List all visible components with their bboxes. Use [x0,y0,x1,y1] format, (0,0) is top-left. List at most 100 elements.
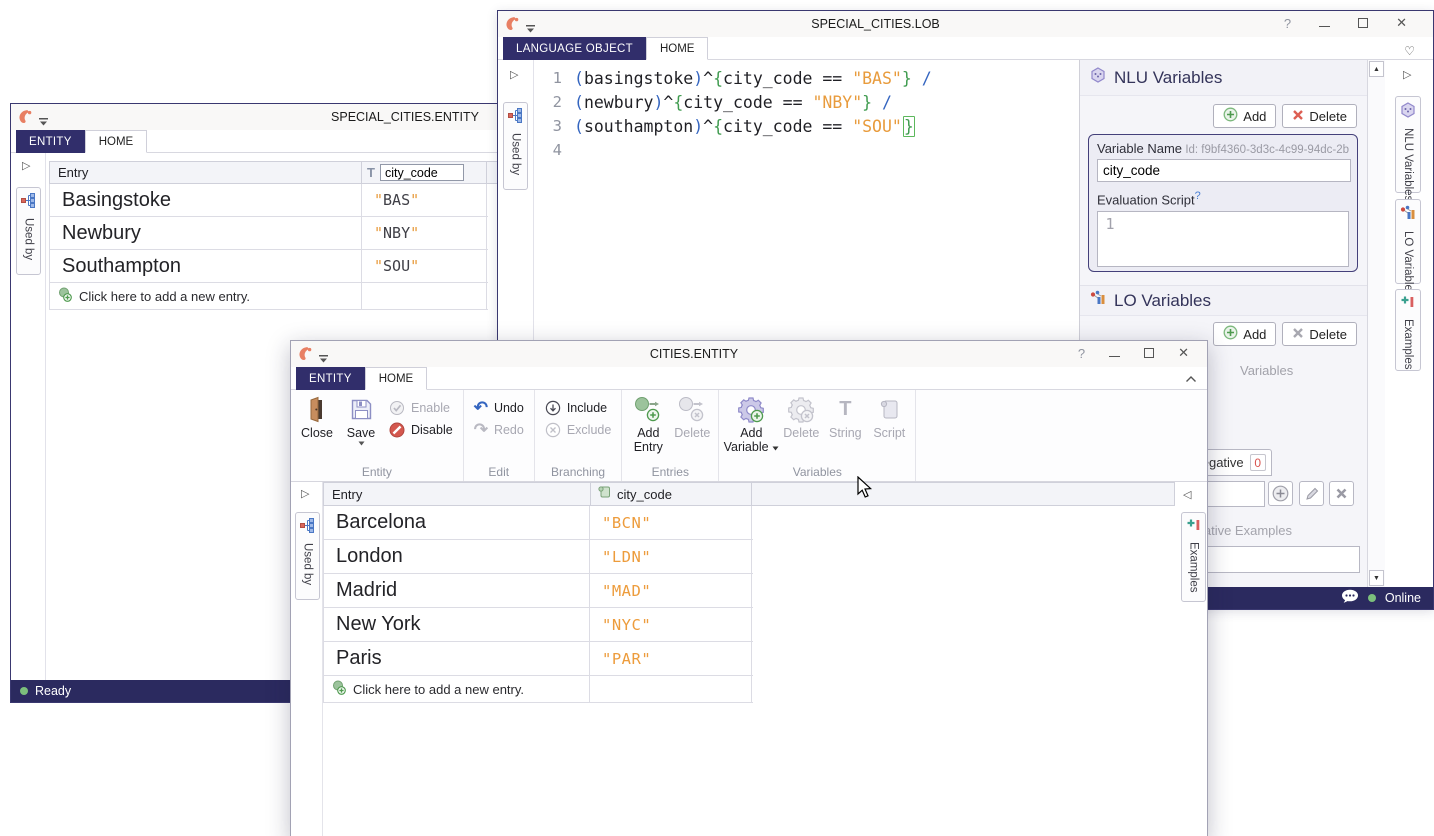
example-add-button[interactable] [1268,481,1293,506]
code-cell[interactable]: "SOU" [362,250,487,282]
close-window-button[interactable]: ✕ [1396,15,1407,31]
evaluation-script-editor[interactable]: 1 [1097,211,1349,267]
code-cell[interactable]: "NBY" [362,217,487,249]
table-row[interactable]: Madrid"MAD" [324,574,753,608]
close-window-button[interactable]: ✕ [1178,345,1189,361]
tab-language-object[interactable]: LANGUAGE OBJECT [503,37,646,60]
add-entry-row[interactable]: Click here to add a new entry. [49,283,488,310]
used-by-side-tab[interactable]: Used by [503,102,528,190]
exclude-button[interactable]: Exclude [541,420,615,439]
tab-home[interactable]: HOME [646,37,709,60]
variable-name-header-input[interactable] [380,164,464,181]
side-tab-nlu-variables[interactable]: NLU Variables [1395,96,1421,193]
expand-panel-chevron-icon[interactable]: ▷ [510,68,518,81]
maximize-button[interactable] [1358,18,1368,28]
code-cell[interactable]: "PAR" [590,642,752,675]
titlebar[interactable]: CITIES.ENTITY ? ✕ [291,341,1207,367]
save-button[interactable]: Save [341,392,381,446]
tab-home[interactable]: HOME [365,367,428,390]
chat-bubble-icon[interactable] [1341,589,1359,607]
entry-cell[interactable]: London [324,540,590,573]
entry-cell[interactable]: Basingstoke [50,184,362,216]
code-line[interactable]: 2(newbury)^{city_code == "NBY"} / [534,90,1077,114]
collapse-ribbon-icon[interactable]: ♡ [1404,44,1415,58]
entry-cell[interactable]: Barcelona [324,506,590,539]
entry-column-header[interactable]: Entry [50,162,362,183]
table-row[interactable]: Southampton"SOU" [50,250,488,283]
code-cell[interactable]: "NYC" [590,608,752,641]
collapse-ribbon-icon[interactable] [1185,372,1197,386]
delete-entry-button[interactable]: Delete [672,392,712,440]
example-delete-button[interactable] [1329,481,1354,506]
example-edit-button[interactable] [1299,481,1324,506]
ribbon-group-entity: Close Save Enable Dis [291,390,464,481]
side-tab-lo-variables[interactable]: LO Variables [1395,199,1421,284]
delete-variable-button[interactable]: Delete [781,392,821,440]
code-line[interactable]: 1(basingstoke)^{city_code == "BAS"} / [534,66,1077,90]
include-button[interactable]: Include [541,398,615,417]
code-cell[interactable]: "BCN" [590,506,752,539]
string-type-button[interactable]: T String [825,392,865,440]
table-row[interactable]: Paris"PAR" [324,642,753,676]
expand-panel-chevron-icon[interactable]: ▷ [22,159,30,172]
variable-name-input[interactable] [1097,159,1351,182]
minimize-button[interactable] [1319,26,1330,27]
table-row[interactable]: London"LDN" [324,540,753,574]
evaluation-script-help-icon[interactable]: ? [1195,190,1201,202]
maximize-button[interactable] [1144,348,1154,358]
group-label-edit: Edit [470,465,528,481]
collapse-panel-chevron-icon[interactable]: ◁ [1183,488,1191,501]
titlebar[interactable]: SPECIAL_CITIES.LOB ? ✕ [498,11,1433,37]
table-row[interactable]: Newbury"NBY" [50,217,488,250]
script-type-button[interactable]: Script [869,392,909,440]
help-button[interactable]: ? [1284,16,1291,31]
enable-button[interactable]: Enable [385,398,457,417]
used-by-side-tab[interactable]: Used by [295,512,320,600]
table-row[interactable]: Barcelona"BCN" [324,506,753,540]
code-cell[interactable]: "MAD" [590,574,752,607]
nlu-add-button[interactable]: Add [1213,104,1276,128]
lo-add-button[interactable]: Add [1213,322,1276,346]
entry-cell[interactable]: New York [324,608,590,641]
used-by-side-tab[interactable]: Used by [16,187,41,275]
expand-panel-chevron-icon[interactable]: ▷ [301,487,309,500]
redo-button[interactable]: ↷ Redo [470,420,528,439]
lo-delete-button[interactable]: Delete [1282,322,1357,346]
entry-cell[interactable]: Newbury [50,217,362,249]
variable-name-label: Variable Name [1097,141,1182,156]
right-side-tabs: ▷ NLU Variables LO Variables Examples [1385,60,1433,587]
add-variable-button[interactable]: Add Variable [725,392,777,454]
tab-entity[interactable]: ENTITY [296,367,365,390]
side-tab-examples[interactable]: Examples [1395,289,1421,371]
table-row[interactable]: Basingstoke"BAS" [50,184,488,217]
tab-entity[interactable]: ENTITY [16,130,85,153]
variable-column-header[interactable]: T [362,162,487,183]
scroll-down-icon[interactable]: ▼ [1369,570,1384,586]
tab-home[interactable]: HOME [85,130,148,153]
variable-column-header[interactable]: city_code [590,483,752,505]
examples-side-tab[interactable]: Examples [1181,512,1206,602]
panel-scrollbar[interactable]: ▲ ▼ [1367,60,1385,587]
add-entry-button[interactable]: Add Entry [628,392,668,454]
scroll-up-icon[interactable]: ▲ [1369,61,1384,77]
disable-button[interactable]: Disable [385,420,457,439]
undo-button[interactable]: ↶ Undo [470,398,528,417]
code-cell[interactable]: "LDN" [590,540,752,573]
help-button[interactable]: ? [1078,346,1085,361]
ribbon-group-edit: ↶ Undo ↷ Redo Edit [464,390,535,481]
code-cell[interactable]: "BAS" [362,184,487,216]
code-line[interactable]: 4 [534,138,1077,162]
nlu-delete-button[interactable]: Delete [1282,104,1357,128]
minimize-button[interactable] [1109,356,1120,357]
entry-cell[interactable]: Madrid [324,574,590,607]
close-button[interactable]: Close [297,392,337,440]
expand-panel-chevron-icon[interactable]: ▷ [1403,68,1411,81]
entry-cell[interactable]: Paris [324,642,590,675]
table-row[interactable]: New York"NYC" [324,608,753,642]
add-entry-cell[interactable]: Click here to add a new entry. [50,283,362,309]
add-entry-row[interactable]: Click here to add a new entry. [323,676,753,703]
add-entry-cell[interactable]: Click here to add a new entry. [324,676,590,702]
entry-column-header[interactable]: Entry [324,483,590,505]
code-line[interactable]: 3(southampton)^{city_code == "SOU"} [534,114,1077,138]
entry-cell[interactable]: Southampton [50,250,362,282]
